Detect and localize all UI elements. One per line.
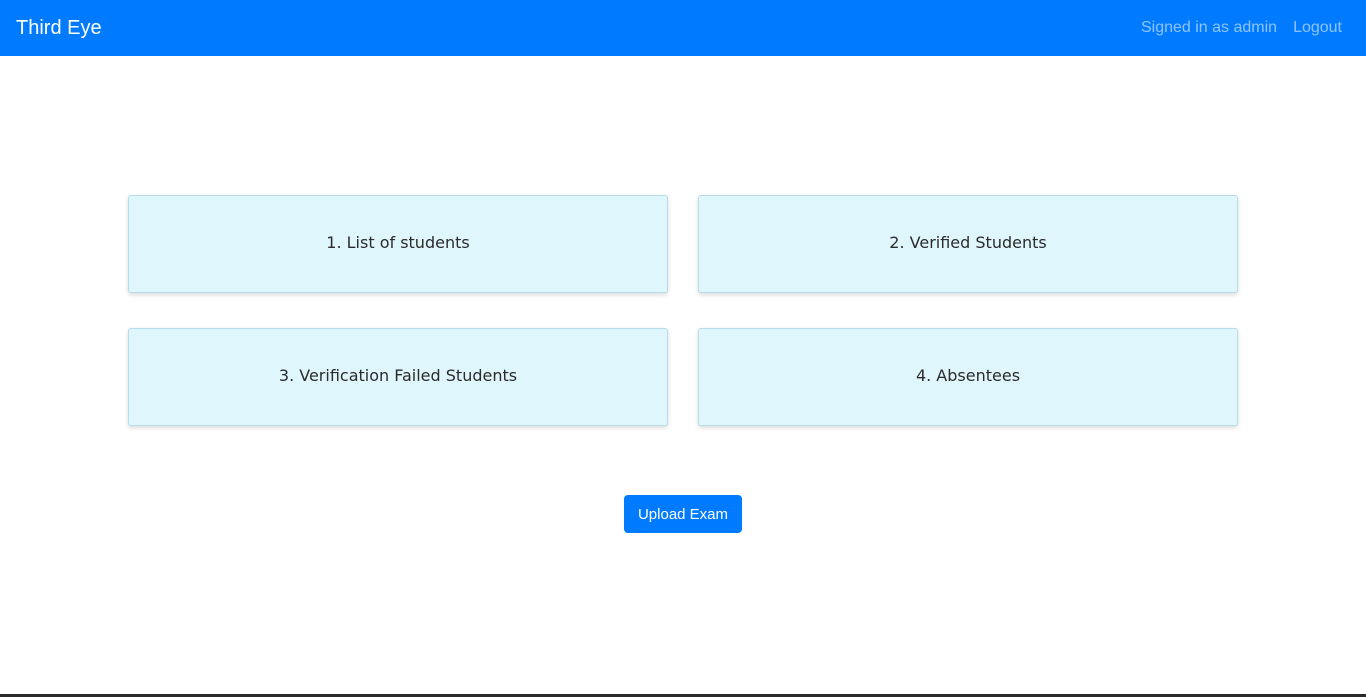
card-label: 1. List of students	[326, 232, 470, 252]
navbar-right: Signed in as admin Logout	[1141, 19, 1350, 37]
signed-in-text: Signed in as admin	[1140, 19, 1278, 36]
card-label: 4. Absentees	[915, 365, 1021, 385]
brand-link[interactable]: Third Eye	[16, 17, 102, 40]
card-absentees[interactable]: 4. Absentees	[698, 328, 1238, 426]
card-verified-students[interactable]: 2. Verified Students	[698, 195, 1238, 293]
top-navbar: Third Eye Signed in as admin Logout	[0, 0, 1366, 56]
card-label: 2. Verified Students	[889, 232, 1047, 252]
logout-link[interactable]: Logout	[1293, 19, 1342, 37]
card-list-of-students[interactable]: 1. List of students	[128, 195, 668, 293]
upload-exam-button[interactable]: Upload Exam	[624, 495, 742, 533]
card-verification-failed-students[interactable]: 3. Verification Failed Students	[128, 328, 668, 426]
card-label: 3. Verification Failed Students	[278, 365, 518, 385]
